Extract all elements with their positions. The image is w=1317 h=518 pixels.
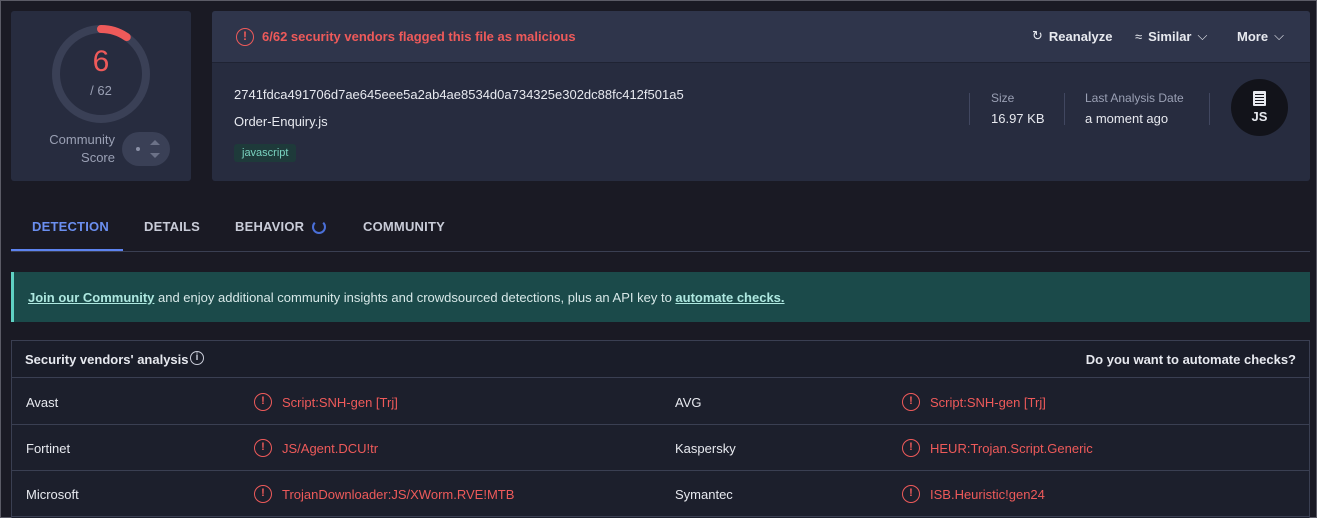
file-type-label: JS — [1251, 109, 1268, 124]
automate-checks-prompt[interactable]: Do you want to automate checks? — [1086, 352, 1296, 367]
table-title: Security vendors' analysis — [25, 352, 189, 367]
loading-spinner-icon — [312, 219, 327, 234]
vendor-verdict: ! JS/Agent.DCU!tr — [254, 439, 378, 457]
vendor-name: AVG — [675, 395, 702, 410]
tab-behavior[interactable]: BEHAVIOR — [235, 219, 327, 234]
chevron-down-icon: ⌵ — [1197, 28, 1208, 43]
tab-community[interactable]: COMMUNITY — [363, 219, 445, 234]
vendor-name: Symantec — [675, 487, 733, 502]
last-analysis-label: Last Analysis Date — [1085, 91, 1184, 105]
table-row: Microsoft ! TrojanDownloader:JS/XWorm.RV… — [12, 471, 1309, 517]
join-community-link[interactable]: Join our Community — [28, 290, 154, 305]
divider — [1209, 93, 1210, 125]
alert-circle-icon: ! — [236, 28, 254, 46]
verdict-label: ISB.Heuristic!gen24 — [930, 486, 1045, 502]
tab-details[interactable]: DETAILS — [144, 219, 200, 234]
vendor-verdict: ! ISB.Heuristic!gen24 — [902, 485, 1045, 503]
refresh-icon: ↻ — [1032, 28, 1043, 43]
info-icon[interactable]: i — [190, 351, 204, 365]
file-name: Order-Enquiry.js — [234, 114, 328, 129]
similar-button[interactable]: ≈ Similar ⌵ — [1135, 28, 1207, 44]
vendor-name: Avast — [26, 395, 59, 410]
last-analysis-value: a moment ago — [1085, 111, 1169, 126]
community-score-label: Community Score — [31, 131, 115, 167]
banner-text: Join our Community and enjoy additional … — [28, 290, 785, 305]
verdict-label: Script:SNH-gen [Trj] — [930, 394, 1046, 410]
alert-circle-icon: ! — [254, 485, 272, 503]
divider — [969, 93, 970, 125]
similar-icon: ≈ — [1135, 28, 1143, 44]
alert-circle-icon: ! — [902, 439, 920, 457]
table-row: Avast ! Script:SNH-gen [Trj] AVG ! Scrip… — [12, 379, 1309, 425]
detection-count: 6 — [92, 45, 110, 78]
more-label: More — [1237, 28, 1269, 44]
vendor-verdict: ! Script:SNH-gen [Trj] — [902, 393, 1046, 411]
size-label: Size — [991, 91, 1015, 105]
tab-behavior-label: BEHAVIOR — [235, 219, 305, 234]
detection-total: / 62 — [90, 83, 112, 98]
community-banner: Join our Community and enjoy additional … — [11, 272, 1310, 322]
community-score-label-line1: Community — [49, 132, 115, 147]
divider — [1064, 93, 1065, 125]
community-score-label-line2: Score — [81, 150, 115, 165]
table-header: Security vendors' analysis i Do you want… — [12, 341, 1309, 378]
file-summary-card: ! 6/62 security vendors flagged this fil… — [212, 11, 1310, 181]
verdict-label: Script:SNH-gen [Trj] — [282, 394, 398, 410]
alert-text: 6/62 security vendors flagged this file … — [262, 29, 576, 44]
banner-middle-text: and enjoy additional community insights … — [154, 290, 676, 305]
automate-checks-link[interactable]: automate checks. — [675, 290, 784, 305]
verdict-label: JS/Agent.DCU!tr — [282, 440, 379, 456]
chevron-down-icon: ⌵ — [1274, 28, 1284, 43]
vendor-verdict: ! TrojanDownloader:JS/XWorm.RVE!MTB — [254, 485, 514, 503]
vote-down-icon[interactable] — [150, 153, 160, 158]
tab-community-label: COMMUNITY — [363, 219, 445, 234]
file-type-badge: JS — [1231, 79, 1288, 136]
vendor-name: Microsoft — [26, 487, 79, 502]
vote-dot-icon — [136, 147, 140, 151]
tab-bar: DETECTION DETAILS BEHAVIOR COMMUNITY — [11, 201, 1310, 252]
file-tag[interactable]: javascript — [234, 144, 297, 162]
tab-details-label: DETAILS — [144, 219, 201, 234]
vendor-verdict: ! HEUR:Trojan.Script.Generic — [902, 439, 1093, 457]
verdict-label: HEUR:Trojan.Script.Generic — [930, 440, 1093, 456]
community-vote-control[interactable] — [122, 132, 170, 166]
malicious-alert-bar: ! 6/62 security vendors flagged this fil… — [212, 11, 1310, 63]
alert-circle-icon: ! — [254, 439, 272, 457]
vendor-verdict: ! Script:SNH-gen [Trj] — [254, 393, 398, 411]
table-row: Fortinet ! JS/Agent.DCU!tr Kaspersky ! H… — [12, 425, 1309, 471]
verdict-label: TrojanDownloader:JS/XWorm.RVE!MTB — [282, 486, 515, 502]
tab-detection-label: DETECTION — [32, 219, 109, 234]
vendor-name: Kaspersky — [675, 441, 736, 456]
size-value: 16.97 KB — [991, 111, 1045, 126]
document-icon — [1253, 91, 1266, 106]
tab-detection[interactable]: DETECTION — [32, 219, 109, 234]
alert-circle-icon: ! — [902, 393, 920, 411]
similar-label: Similar — [1148, 28, 1192, 44]
vendor-name: Fortinet — [26, 441, 71, 456]
vote-up-icon[interactable] — [150, 140, 160, 145]
reanalyze-label: Reanalyze — [1048, 28, 1113, 44]
alert-circle-icon: ! — [902, 485, 920, 503]
more-button[interactable]: More ⌵ — [1237, 28, 1284, 44]
vendors-analysis-table: Security vendors' analysis i Do you want… — [11, 340, 1310, 518]
alert-circle-icon: ! — [254, 393, 272, 411]
reanalyze-button[interactable]: ↻ Reanalyze — [1032, 28, 1113, 44]
file-hash[interactable]: 2741fdca491706d7ae645eee5a2ab4ae8534d0a7… — [234, 87, 684, 102]
detection-gauge: 6 / 62 — [50, 23, 152, 125]
community-score-card: 6 / 62 Community Score — [11, 11, 191, 181]
active-tab-indicator — [11, 249, 123, 251]
